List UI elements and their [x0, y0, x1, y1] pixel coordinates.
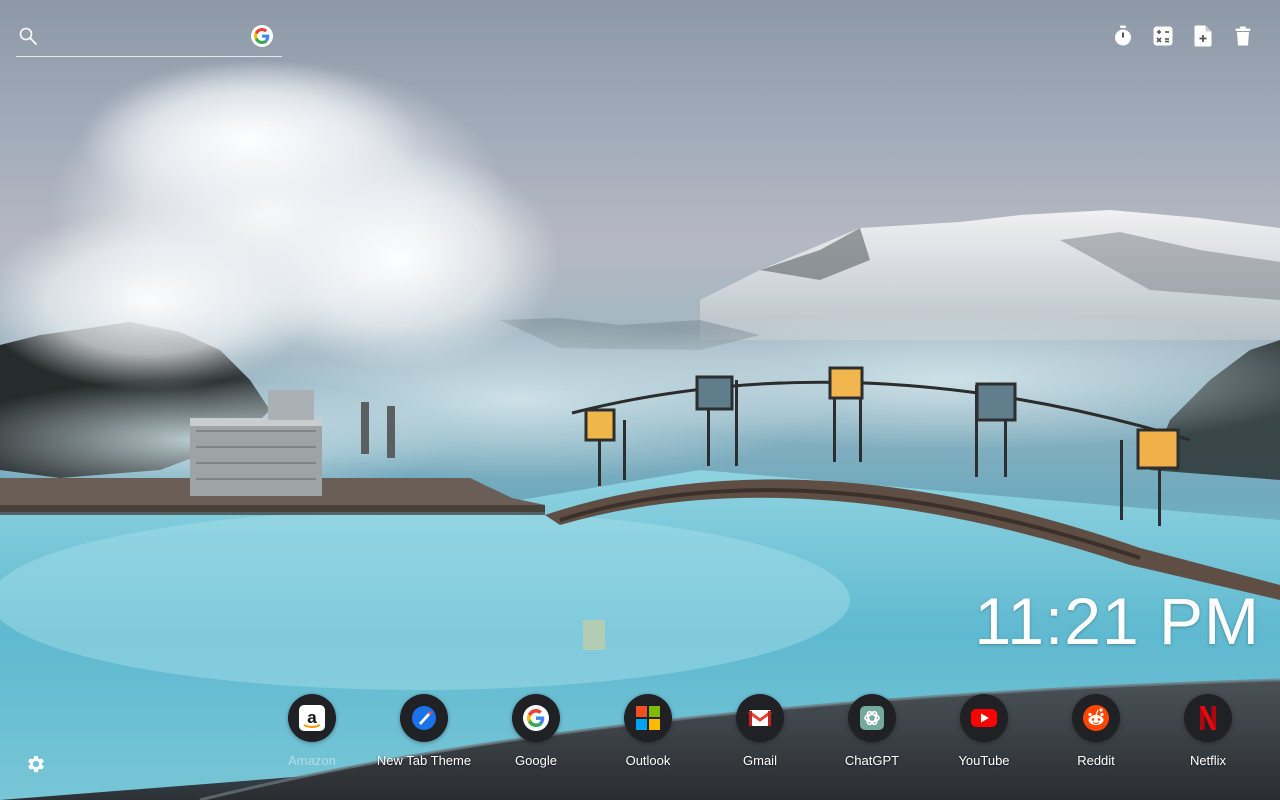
- shortcut-outlook[interactable]: Outlook: [592, 694, 704, 774]
- amazon-icon: a: [288, 694, 336, 742]
- search-bar: [16, 22, 282, 57]
- shortcut-label: Reddit: [1077, 753, 1115, 768]
- reddit-icon: [1072, 694, 1120, 742]
- new-tab-page: 11:21 PM a Amazon New Tab Theme Google O…: [0, 0, 1280, 800]
- svg-text:a: a: [307, 708, 317, 727]
- shortcut-label: Amazon: [288, 753, 336, 768]
- microsoft-icon: [624, 694, 672, 742]
- shortcut-label: Netflix: [1189, 753, 1227, 768]
- shortcut-label: Gmail: [743, 753, 777, 768]
- shortcut-youtube[interactable]: YouTube: [928, 694, 1040, 774]
- search-icon[interactable]: [18, 26, 38, 46]
- shortcut-netflix[interactable]: Netflix: [1152, 694, 1264, 774]
- gmail-icon: [736, 694, 784, 742]
- calculator-icon[interactable]: [1152, 24, 1174, 48]
- add-file-icon[interactable]: [1192, 24, 1214, 48]
- shortcut-label: YouTube: [958, 753, 1010, 768]
- shortcut-amazon[interactable]: a Amazon: [256, 694, 368, 774]
- shortcut-gmail[interactable]: Gmail: [704, 694, 816, 774]
- clock-time: 11:21 PM: [974, 584, 1260, 658]
- shortcut-google[interactable]: Google: [480, 694, 592, 774]
- shortcut-reddit[interactable]: Reddit: [1040, 694, 1152, 774]
- shortcut-new-tab-theme[interactable]: New Tab Theme: [368, 694, 480, 774]
- google-icon: [512, 694, 560, 742]
- youtube-icon: [960, 694, 1008, 742]
- google-icon[interactable]: [251, 25, 273, 47]
- toolbar: [1112, 24, 1254, 48]
- shortcut-label: ChatGPT: [844, 753, 900, 768]
- new-tab-theme-icon: [400, 694, 448, 742]
- shortcut-chatgpt[interactable]: ChatGPT: [816, 694, 928, 774]
- timer-icon[interactable]: [1112, 24, 1134, 48]
- background-wallpaper: [0, 60, 1280, 800]
- chatgpt-icon: [848, 694, 896, 742]
- shortcut-label: Outlook: [625, 753, 671, 768]
- netflix-icon: [1184, 694, 1232, 742]
- shortcut-label: Google: [515, 753, 557, 768]
- search-input[interactable]: [46, 24, 250, 52]
- gear-icon[interactable]: [25, 753, 47, 775]
- shortcut-label: New Tab Theme: [376, 753, 472, 768]
- trash-icon[interactable]: [1232, 24, 1254, 48]
